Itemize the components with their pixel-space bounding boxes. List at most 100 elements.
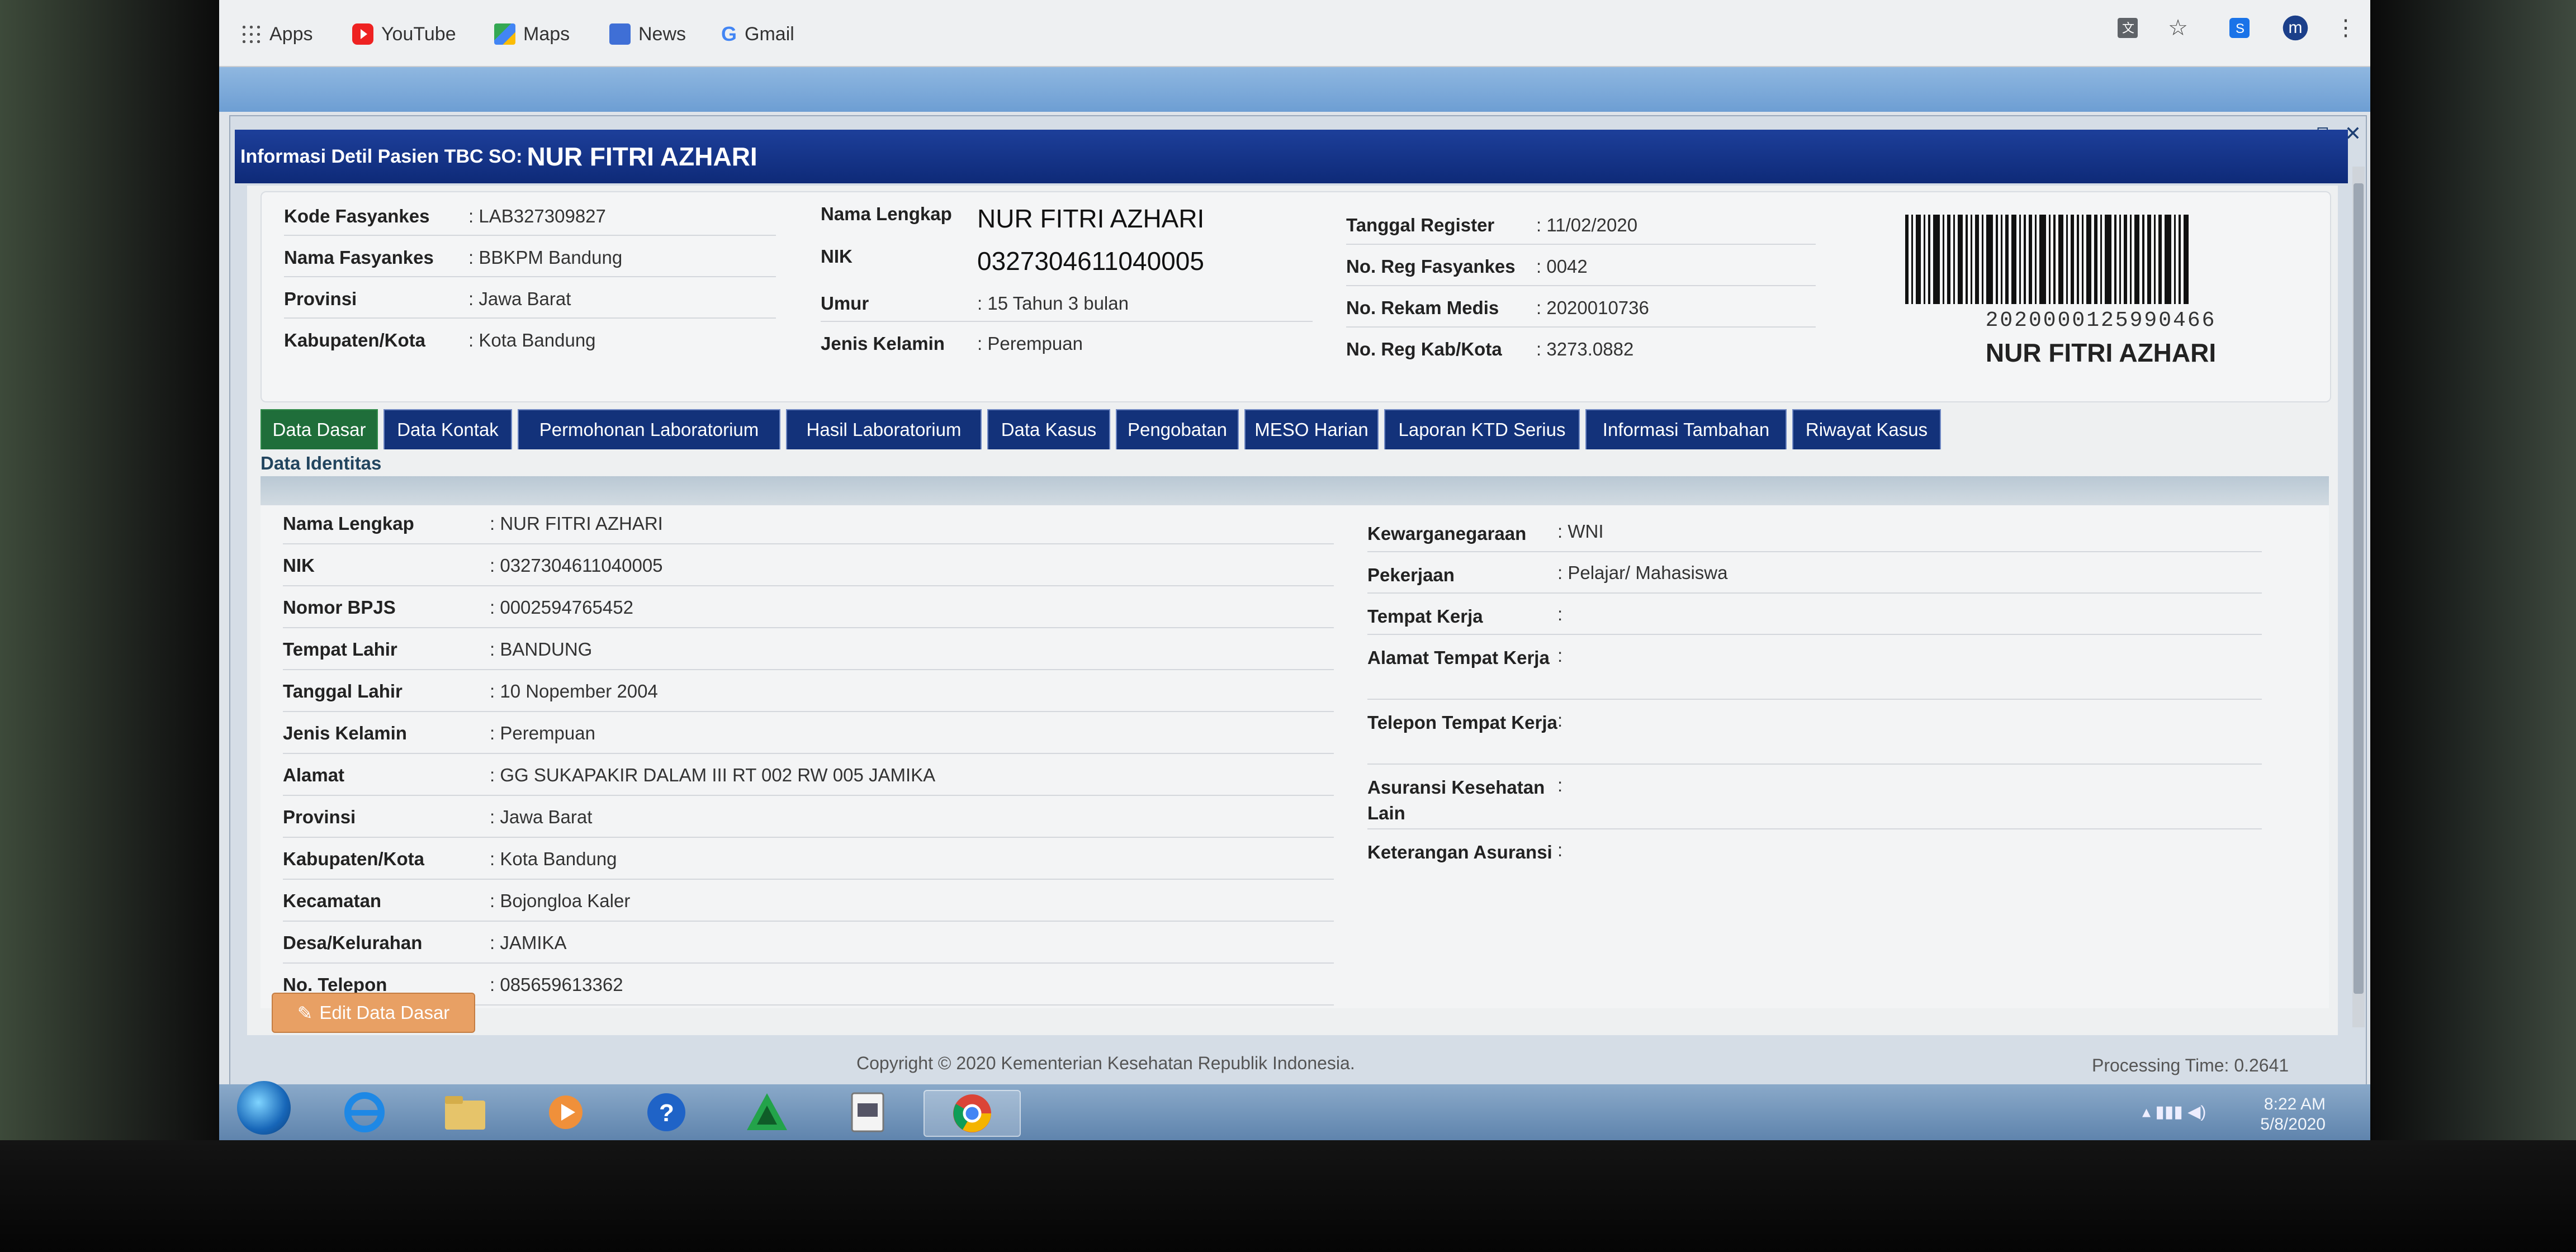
summary-nama-lengkap: Nama Lengkap NUR FITRI AZHARI bbox=[821, 203, 1205, 233]
identity-row: Kabupaten/Kota: Kota Bandung bbox=[283, 848, 617, 870]
row-divider bbox=[1367, 592, 2262, 594]
identity-label: Pekerjaan bbox=[1367, 565, 1455, 585]
row-divider bbox=[1367, 551, 2262, 552]
tab-data-kasus[interactable]: Data Kasus bbox=[987, 409, 1110, 449]
summary-no-reg-kab-kota: No. Reg Kab/Kota : 3273.0882 bbox=[1346, 339, 1634, 359]
page-footer: Copyright © 2020 Kementerian Kesehatan R… bbox=[230, 1044, 2366, 1083]
barcode-bar bbox=[1982, 215, 1983, 304]
barcode-bar bbox=[1916, 215, 1921, 304]
identity-row: Alamat : GG SUKAPAKIR DALAM III RT 002 RW… bbox=[283, 765, 935, 786]
tab-data-kontak[interactable]: Data Kontak bbox=[383, 409, 512, 449]
barcode-bar bbox=[2001, 215, 2002, 304]
barcode-bar bbox=[1943, 215, 1944, 304]
barcode-bar bbox=[1975, 215, 1979, 304]
bookmark-youtube[interactable]: YouTube bbox=[352, 20, 456, 48]
app-triangle-icon[interactable] bbox=[733, 1090, 801, 1135]
tab-informasi-tambahan[interactable]: Informasi Tambahan bbox=[1585, 409, 1787, 449]
barcode-bar bbox=[1996, 215, 1998, 304]
row-divider bbox=[1367, 699, 2262, 700]
barcode-bar bbox=[2005, 215, 2009, 304]
identity-value: : 0002594765452 bbox=[490, 597, 633, 618]
identity-value: : BANDUNG bbox=[490, 639, 593, 660]
barcode-bar bbox=[2029, 215, 2032, 304]
copyright-text: Copyright © 2020 Kementerian Kesehatan R… bbox=[856, 1053, 1355, 1073]
identity-row: Jenis Kelamin: Perempuan bbox=[283, 723, 595, 744]
profile-avatar[interactable]: m bbox=[2282, 15, 2309, 41]
identity-row: Tanggal Lahir: 10 Nopember 2004 bbox=[283, 681, 658, 702]
system-clock[interactable]: 8:22 AM 5/8/2020 bbox=[2260, 1094, 2326, 1135]
row-divider bbox=[283, 879, 1334, 880]
barcode-bar bbox=[2094, 215, 2097, 304]
summary-no-reg-fasyankes: No. Reg Fasyankes : 0042 bbox=[1346, 256, 1588, 277]
help-icon[interactable]: ? bbox=[633, 1090, 700, 1135]
identity-row: Nomor BPJS : 0002594765452 bbox=[283, 597, 633, 618]
identity-row: Keterangan Asuransi: bbox=[1367, 840, 1562, 865]
barcode-bar bbox=[2134, 215, 2139, 304]
internet-explorer-icon[interactable] bbox=[331, 1090, 398, 1135]
row-divider bbox=[1367, 634, 2262, 635]
pencil-icon: ✎ bbox=[297, 1002, 313, 1023]
identity-label: Nomor BPJS bbox=[283, 597, 396, 618]
translate-icon[interactable]: 文 bbox=[2114, 15, 2141, 41]
patient-barcode bbox=[1905, 215, 2296, 304]
identity-row: Pekerjaan : Pelajar/ Mahasiswa bbox=[1367, 562, 1727, 588]
bookmark-maps[interactable]: Maps bbox=[494, 20, 570, 48]
identity-value: : bbox=[1557, 710, 1563, 731]
identity-label: Kewarganegaraan bbox=[1367, 523, 1527, 544]
tab-data-dasar[interactable]: Data Dasar bbox=[261, 409, 378, 449]
identity-value: : Bojongloa Kaler bbox=[490, 890, 631, 911]
title-patient-name: NUR FITRI AZHARI bbox=[527, 142, 757, 171]
section-header-bar bbox=[261, 476, 2329, 505]
file-explorer-icon[interactable] bbox=[432, 1090, 499, 1135]
edit-data-dasar-button[interactable]: ✎ Edit Data Dasar bbox=[272, 993, 475, 1033]
bookmark-apps[interactable]: Apps bbox=[240, 20, 313, 48]
identity-value: : GG SUKAPAKIR DALAM III RT 002 RW 005 J… bbox=[490, 765, 936, 785]
extension-icon[interactable]: S bbox=[2226, 15, 2253, 41]
identity-value: : Jawa Barat bbox=[490, 807, 593, 827]
tray-icons[interactable]: ▴ ▮▮▮ ◀) bbox=[2142, 1102, 2206, 1122]
identity-label: Nama Lengkap bbox=[283, 513, 414, 534]
identity-row: Telepon Tempat Kerja: bbox=[1367, 710, 1562, 736]
identity-label: Kecamatan bbox=[283, 890, 382, 911]
identity-label: NIK bbox=[283, 555, 315, 576]
tab-pengobatan[interactable]: Pengobatan bbox=[1116, 409, 1239, 449]
tab-riwayat-kasus[interactable]: Riwayat Kasus bbox=[1792, 409, 1941, 449]
browser-menu-icon[interactable]: ⋮ bbox=[2332, 15, 2359, 41]
scrollbar-thumb[interactable] bbox=[2354, 183, 2364, 994]
document-app-icon[interactable] bbox=[834, 1090, 901, 1135]
identity-value: : Pelajar/ Mahasiswa bbox=[1557, 562, 1728, 583]
barcode-bar bbox=[2158, 215, 2162, 304]
bookmark-star-icon[interactable]: ☆ bbox=[2165, 15, 2191, 41]
barcode-bar bbox=[2100, 215, 2102, 304]
barcode-bar bbox=[2039, 215, 2046, 304]
start-button[interactable] bbox=[230, 1081, 297, 1135]
bookmark-gmail[interactable]: G Gmail bbox=[721, 20, 794, 48]
identity-label: Alamat bbox=[283, 765, 345, 785]
barcode-bar bbox=[2184, 215, 2189, 304]
news-icon bbox=[609, 23, 631, 45]
identity-label: Tempat Kerja bbox=[1367, 606, 1483, 627]
svg-text:S: S bbox=[2236, 21, 2244, 36]
bookmark-news[interactable]: News bbox=[609, 20, 686, 48]
tab-laporan-ktd-serius[interactable]: Laporan KTD Serius bbox=[1384, 409, 1580, 449]
identity-label: Kabupaten/Kota bbox=[283, 848, 425, 869]
identity-value: : bbox=[1557, 775, 1563, 795]
identity-label: Tanggal Lahir bbox=[283, 681, 402, 701]
barcode-bar bbox=[1971, 215, 1972, 304]
barcode-bar bbox=[2058, 215, 2063, 304]
tab-permohonan-laboratorium[interactable]: Permohonan Laboratorium bbox=[518, 409, 780, 449]
section-title: Data Identitas bbox=[261, 453, 2329, 475]
media-player-icon[interactable] bbox=[532, 1090, 599, 1135]
tab-hasil-laboratorium[interactable]: Hasil Laboratorium bbox=[786, 409, 982, 449]
identity-label: Provinsi bbox=[283, 807, 356, 827]
identity-label: Tempat Lahir bbox=[283, 639, 397, 660]
chrome-icon[interactable] bbox=[924, 1090, 1021, 1137]
tab-meso-harian[interactable]: MESO Harian bbox=[1244, 409, 1379, 449]
identity-row: Tempat Lahir : BANDUNG bbox=[283, 639, 592, 660]
barcode-patient-name: NUR FITRI AZHARI bbox=[1985, 338, 2217, 367]
barcode-bar bbox=[2165, 215, 2171, 304]
patient-summary-card: Kode Fasyankes : LAB327309827 Nama Fasya… bbox=[261, 191, 2331, 402]
barcode-bar bbox=[2105, 215, 2111, 304]
identity-row: Nama Lengkap: NUR FITRI AZHARI bbox=[283, 513, 663, 534]
identity-value: : bbox=[1557, 645, 1563, 666]
